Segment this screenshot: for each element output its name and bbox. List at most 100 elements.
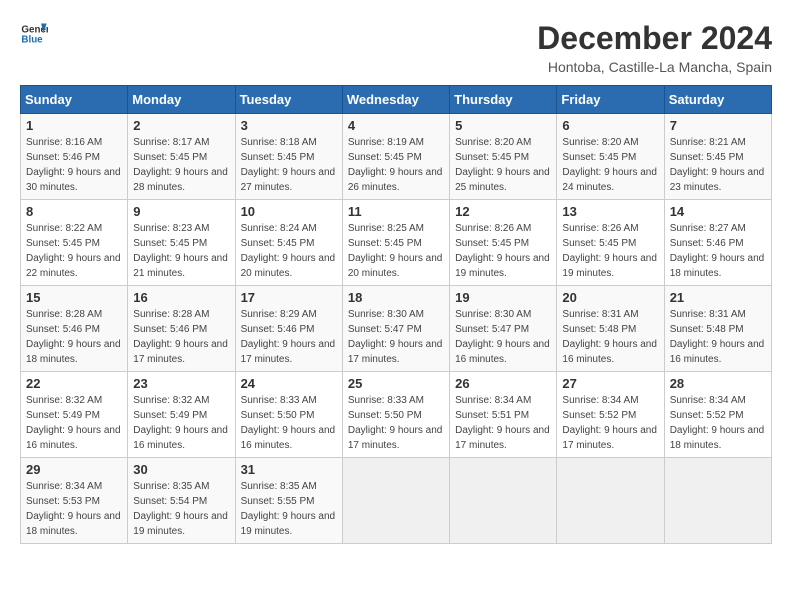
day-cell: 15 Sunrise: 8:28 AMSunset: 5:46 PMDayligh… [21, 286, 128, 372]
day-number: 30 [133, 462, 229, 477]
day-info: Sunrise: 8:17 AMSunset: 5:45 PMDaylight:… [133, 135, 229, 195]
day-cell: 12 Sunrise: 8:26 AMSunset: 5:45 PMDayligh… [450, 200, 557, 286]
day-cell [342, 458, 449, 544]
day-info: Sunrise: 8:31 AMSunset: 5:48 PMDaylight:… [670, 307, 766, 367]
header-row: SundayMondayTuesdayWednesdayThursdayFrid… [21, 86, 772, 114]
day-number: 17 [241, 290, 337, 305]
week-row-2: 15 Sunrise: 8:28 AMSunset: 5:46 PMDayligh… [21, 286, 772, 372]
day-number: 31 [241, 462, 337, 477]
calendar-table: SundayMondayTuesdayWednesdayThursdayFrid… [20, 85, 772, 544]
day-cell: 19 Sunrise: 8:30 AMSunset: 5:47 PMDayligh… [450, 286, 557, 372]
day-number: 15 [26, 290, 122, 305]
header-friday: Friday [557, 86, 664, 114]
header-tuesday: Tuesday [235, 86, 342, 114]
day-info: Sunrise: 8:24 AMSunset: 5:45 PMDaylight:… [241, 221, 337, 281]
day-number: 24 [241, 376, 337, 391]
logo-icon: General Blue [20, 20, 48, 48]
day-info: Sunrise: 8:21 AMSunset: 5:45 PMDaylight:… [670, 135, 766, 195]
day-info: Sunrise: 8:32 AMSunset: 5:49 PMDaylight:… [133, 393, 229, 453]
day-number: 9 [133, 204, 229, 219]
calendar-title: December 2024 [537, 20, 772, 57]
day-cell: 31 Sunrise: 8:35 AMSunset: 5:55 PMDayligh… [235, 458, 342, 544]
day-cell: 20Sunrise: 8:31 AMSunset: 5:48 PMDayligh… [557, 286, 664, 372]
day-info: Sunrise: 8:26 AMSunset: 5:45 PMDaylight:… [562, 221, 658, 281]
day-cell: 29Sunrise: 8:34 AMSunset: 5:53 PMDayligh… [21, 458, 128, 544]
day-info: Sunrise: 8:31 AMSunset: 5:48 PMDaylight:… [562, 307, 658, 367]
day-info: Sunrise: 8:34 AMSunset: 5:52 PMDaylight:… [670, 393, 766, 453]
day-number: 19 [455, 290, 551, 305]
day-info: Sunrise: 8:28 AMSunset: 5:46 PMDaylight:… [26, 307, 122, 367]
day-cell [664, 458, 771, 544]
day-number: 25 [348, 376, 444, 391]
title-section: December 2024 Hontoba, Castille-La Manch… [537, 20, 772, 75]
day-info: Sunrise: 8:34 AMSunset: 5:52 PMDaylight:… [562, 393, 658, 453]
week-row-0: 1Sunrise: 8:16 AMSunset: 5:46 PMDaylight… [21, 114, 772, 200]
day-cell: 28 Sunrise: 8:34 AMSunset: 5:52 PMDayligh… [664, 372, 771, 458]
day-number: 10 [241, 204, 337, 219]
day-cell: 5 Sunrise: 8:20 AMSunset: 5:45 PMDaylight… [450, 114, 557, 200]
day-cell: 11Sunrise: 8:25 AMSunset: 5:45 PMDayligh… [342, 200, 449, 286]
day-info: Sunrise: 8:26 AMSunset: 5:45 PMDaylight:… [455, 221, 551, 281]
day-info: Sunrise: 8:33 AMSunset: 5:50 PMDaylight:… [241, 393, 337, 453]
day-number: 13 [562, 204, 658, 219]
day-info: Sunrise: 8:20 AMSunset: 5:45 PMDaylight:… [455, 135, 551, 195]
day-cell [450, 458, 557, 544]
day-cell: 9 Sunrise: 8:23 AMSunset: 5:45 PMDaylight… [128, 200, 235, 286]
day-cell: 17Sunrise: 8:29 AMSunset: 5:46 PMDayligh… [235, 286, 342, 372]
day-cell: 21 Sunrise: 8:31 AMSunset: 5:48 PMDayligh… [664, 286, 771, 372]
day-number: 12 [455, 204, 551, 219]
day-number: 11 [348, 204, 444, 219]
day-info: Sunrise: 8:28 AMSunset: 5:46 PMDaylight:… [133, 307, 229, 367]
day-number: 26 [455, 376, 551, 391]
day-number: 2 [133, 118, 229, 133]
day-number: 16 [133, 290, 229, 305]
day-info: Sunrise: 8:33 AMSunset: 5:50 PMDaylight:… [348, 393, 444, 453]
day-number: 6 [562, 118, 658, 133]
header-thursday: Thursday [450, 86, 557, 114]
day-cell: 30 Sunrise: 8:35 AMSunset: 5:54 PMDayligh… [128, 458, 235, 544]
day-cell: 10 Sunrise: 8:24 AMSunset: 5:45 PMDayligh… [235, 200, 342, 286]
day-number: 18 [348, 290, 444, 305]
day-cell: 16 Sunrise: 8:28 AMSunset: 5:46 PMDayligh… [128, 286, 235, 372]
week-row-4: 29Sunrise: 8:34 AMSunset: 5:53 PMDayligh… [21, 458, 772, 544]
day-info: Sunrise: 8:35 AMSunset: 5:54 PMDaylight:… [133, 479, 229, 539]
day-cell: 27 Sunrise: 8:34 AMSunset: 5:52 PMDayligh… [557, 372, 664, 458]
day-info: Sunrise: 8:34 AMSunset: 5:53 PMDaylight:… [26, 479, 122, 539]
day-info: Sunrise: 8:30 AMSunset: 5:47 PMDaylight:… [455, 307, 551, 367]
header-monday: Monday [128, 86, 235, 114]
day-cell: 25 Sunrise: 8:33 AMSunset: 5:50 PMDayligh… [342, 372, 449, 458]
day-number: 5 [455, 118, 551, 133]
day-info: Sunrise: 8:34 AMSunset: 5:51 PMDaylight:… [455, 393, 551, 453]
day-number: 21 [670, 290, 766, 305]
header-wednesday: Wednesday [342, 86, 449, 114]
day-cell [557, 458, 664, 544]
day-cell: 13 Sunrise: 8:26 AMSunset: 5:45 PMDayligh… [557, 200, 664, 286]
week-row-3: 22Sunrise: 8:32 AMSunset: 5:49 PMDayligh… [21, 372, 772, 458]
day-cell: 14Sunrise: 8:27 AMSunset: 5:46 PMDayligh… [664, 200, 771, 286]
day-number: 28 [670, 376, 766, 391]
day-info: Sunrise: 8:19 AMSunset: 5:45 PMDaylight:… [348, 135, 444, 195]
day-info: Sunrise: 8:35 AMSunset: 5:55 PMDaylight:… [241, 479, 337, 539]
calendar-subtitle: Hontoba, Castille-La Mancha, Spain [537, 59, 772, 75]
day-info: Sunrise: 8:23 AMSunset: 5:45 PMDaylight:… [133, 221, 229, 281]
day-number: 4 [348, 118, 444, 133]
day-number: 1 [26, 118, 122, 133]
day-info: Sunrise: 8:18 AMSunset: 5:45 PMDaylight:… [241, 135, 337, 195]
day-cell: 4 Sunrise: 8:19 AMSunset: 5:45 PMDaylight… [342, 114, 449, 200]
day-cell: 18 Sunrise: 8:30 AMSunset: 5:47 PMDayligh… [342, 286, 449, 372]
day-cell: 22Sunrise: 8:32 AMSunset: 5:49 PMDayligh… [21, 372, 128, 458]
day-number: 27 [562, 376, 658, 391]
header-saturday: Saturday [664, 86, 771, 114]
day-cell: 2 Sunrise: 8:17 AMSunset: 5:45 PMDaylight… [128, 114, 235, 200]
day-number: 14 [670, 204, 766, 219]
day-cell: 23Sunrise: 8:32 AMSunset: 5:49 PMDayligh… [128, 372, 235, 458]
day-cell: 1Sunrise: 8:16 AMSunset: 5:46 PMDaylight… [21, 114, 128, 200]
day-info: Sunrise: 8:20 AMSunset: 5:45 PMDaylight:… [562, 135, 658, 195]
day-number: 7 [670, 118, 766, 133]
day-cell: 26 Sunrise: 8:34 AMSunset: 5:51 PMDayligh… [450, 372, 557, 458]
day-info: Sunrise: 8:22 AMSunset: 5:45 PMDaylight:… [26, 221, 122, 281]
svg-text:Blue: Blue [21, 34, 43, 45]
day-info: Sunrise: 8:30 AMSunset: 5:47 PMDaylight:… [348, 307, 444, 367]
day-cell: 24 Sunrise: 8:33 AMSunset: 5:50 PMDayligh… [235, 372, 342, 458]
day-cell: 8Sunrise: 8:22 AMSunset: 5:45 PMDaylight… [21, 200, 128, 286]
